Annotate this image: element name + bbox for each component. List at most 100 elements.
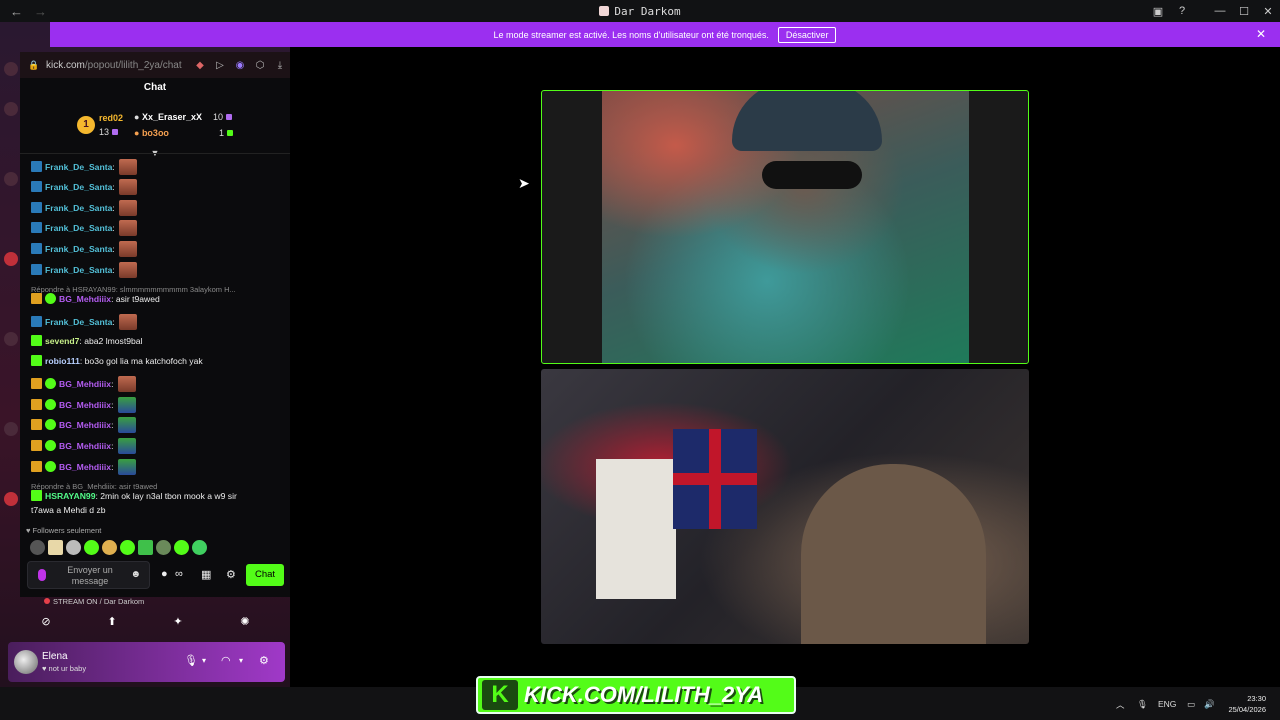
emote[interactable] <box>84 540 99 555</box>
window-titlebar: ← → Dar Darkom ▣ ? — ☐ ✕ <box>0 0 1280 22</box>
chat-emote[interactable] <box>119 314 138 330</box>
avatar[interactable] <box>14 650 38 674</box>
extension-icon[interactable]: ⬡ <box>250 60 270 71</box>
network-icon[interactable]: ▭ <box>1187 699 1195 710</box>
soundboard-icon[interactable]: ✺ <box>233 615 257 633</box>
chat-username[interactable]: robio111 <box>45 356 80 366</box>
browser-url-bar[interactable]: 🔒 kick.com/popout/lilith_2ya/chat ◆ ▷ ◉ … <box>20 52 290 78</box>
clock[interactable]: 23:30 25/04/2026 <box>1228 693 1266 715</box>
chat-emote[interactable] <box>117 376 136 392</box>
close-icon[interactable]: ✕ <box>1256 27 1266 41</box>
chat-message: BG_Mehdiiix: <box>31 376 136 392</box>
minimize-button[interactable]: — <box>1208 5 1232 17</box>
chat-emote[interactable] <box>117 438 136 454</box>
user-badge-icon <box>31 399 42 410</box>
chat-username[interactable]: sevend7 <box>45 336 79 346</box>
chat-message: Frank_De_Santa: <box>31 179 138 195</box>
emote[interactable] <box>156 540 171 555</box>
language-indicator[interactable]: ENG <box>1158 699 1176 709</box>
chat-emote[interactable] <box>119 179 138 195</box>
send-chat-button[interactable]: Chat <box>246 564 284 586</box>
chat-message: Frank_De_Santa: <box>31 241 138 257</box>
chat-emote[interactable] <box>117 459 136 475</box>
chat-emote[interactable] <box>119 200 138 216</box>
settings-gear-icon[interactable]: ⚙ <box>226 568 236 581</box>
emote[interactable] <box>192 540 207 555</box>
chat-message: BG_Mehdiiix: <box>31 459 136 475</box>
chat-username[interactable]: Frank_De_Santa <box>45 265 112 275</box>
chat-username[interactable]: BG_Mehdiiix <box>59 420 111 430</box>
chat-emote[interactable] <box>119 241 138 257</box>
infinity-icon[interactable]: ∞ <box>175 568 183 580</box>
emote[interactable] <box>48 540 63 555</box>
url-text[interactable]: kick.com/popout/lilith_2ya/chat <box>46 60 182 71</box>
chat-username[interactable]: BG_Mehdiiix <box>59 294 111 304</box>
chat-username[interactable]: HSRAYAN99 <box>45 491 95 501</box>
chat-separator: : <box>111 379 116 389</box>
screen-share-icon[interactable]: ⬆ <box>100 615 124 633</box>
disable-streamer-mode-button[interactable]: Désactiver <box>777 26 837 43</box>
download-icon[interactable]: ⤓ <box>270 60 290 71</box>
activities-icon[interactable]: ✦ <box>166 615 190 633</box>
emoji-icon[interactable]: ☻ <box>130 569 141 580</box>
chat-username[interactable]: Frank_De_Santa <box>45 317 112 327</box>
cast-icon[interactable]: ▣ <box>1146 5 1170 18</box>
chevron-down-icon[interactable]: ▾ <box>202 656 206 665</box>
chat-emote[interactable] <box>117 417 136 433</box>
message-placeholder: Envoyer un message <box>67 565 113 586</box>
video-feed-guest[interactable] <box>541 90 1029 364</box>
chat-title: Chat <box>143 82 167 93</box>
video-off-icon[interactable]: ⊘ <box>34 615 58 633</box>
chat-username[interactable]: BG_Mehdiiix <box>59 379 111 389</box>
shield-icon[interactable]: ◆ <box>190 60 210 71</box>
chat-message: robio111: bo3o gol lia ma katchofoch yak <box>31 355 203 367</box>
emote[interactable] <box>102 540 117 555</box>
play-icon[interactable]: ▷ <box>210 60 230 71</box>
chat-emote[interactable] <box>119 262 138 278</box>
chat-username[interactable]: Frank_De_Santa <box>45 244 112 254</box>
chat-username[interactable]: BG_Mehdiiix <box>59 400 111 410</box>
chat-emote[interactable] <box>119 220 138 236</box>
rank-badge: 1 <box>77 116 95 134</box>
chat-username[interactable]: BG_Mehdiiix <box>59 462 111 472</box>
chat-username[interactable]: Frank_De_Santa <box>45 203 112 213</box>
user-badge-icon <box>31 419 42 430</box>
chat-separator: : <box>111 462 116 472</box>
chevron-down-icon[interactable]: ▾ <box>239 656 243 665</box>
tray-expand-icon[interactable]: ︿ <box>1116 699 1125 711</box>
leader-third-name: ● bo3oo <box>134 128 169 138</box>
chat-message: Frank_De_Santa: <box>31 159 138 175</box>
emote[interactable] <box>138 540 153 555</box>
chat-message-input[interactable]: Envoyer un message ☻ <box>27 561 150 589</box>
user-status: ♥ not ur baby <box>42 664 87 673</box>
emote[interactable] <box>30 540 45 555</box>
mic-icon[interactable] <box>38 569 46 581</box>
chat-emote[interactable] <box>119 159 138 175</box>
video-subject-glasses <box>762 161 862 189</box>
chat-username[interactable]: Frank_De_Santa <box>45 162 112 172</box>
user-settings-gear-icon[interactable]: ⚙ <box>259 654 269 667</box>
close-window-button[interactable]: ✕ <box>1256 5 1280 18</box>
chat-emote[interactable] <box>117 397 136 413</box>
microphone-icon[interactable]: 🎙 <box>184 654 198 667</box>
gift-icon[interactable]: ● <box>161 568 168 580</box>
video-subject <box>732 91 882 151</box>
help-icon[interactable]: ? <box>1170 5 1194 17</box>
maximize-button[interactable]: ☐ <box>1232 5 1256 18</box>
volume-icon[interactable]: 🔊 <box>1204 699 1215 710</box>
emote[interactable] <box>66 540 81 555</box>
chat-message: BG_Mehdiiix: <box>31 438 136 454</box>
user-badge-icon <box>31 316 42 327</box>
chat-separator: : <box>111 420 116 430</box>
emote[interactable] <box>120 540 135 555</box>
chat-username[interactable]: Frank_De_Santa <box>45 182 112 192</box>
headphones-icon[interactable]: ◠ <box>221 654 231 667</box>
kick-logo-icon: K <box>482 680 518 710</box>
chat-username[interactable]: Frank_De_Santa <box>45 223 112 233</box>
store-icon[interactable]: ▦ <box>201 568 211 581</box>
tray-mic-icon[interactable]: 🎙 <box>1137 699 1148 710</box>
broadcast-icon[interactable]: ◉ <box>230 60 250 71</box>
chat-username[interactable]: BG_Mehdiiix <box>59 441 111 451</box>
emote[interactable] <box>174 540 189 555</box>
video-feed-streamer[interactable] <box>541 369 1029 644</box>
